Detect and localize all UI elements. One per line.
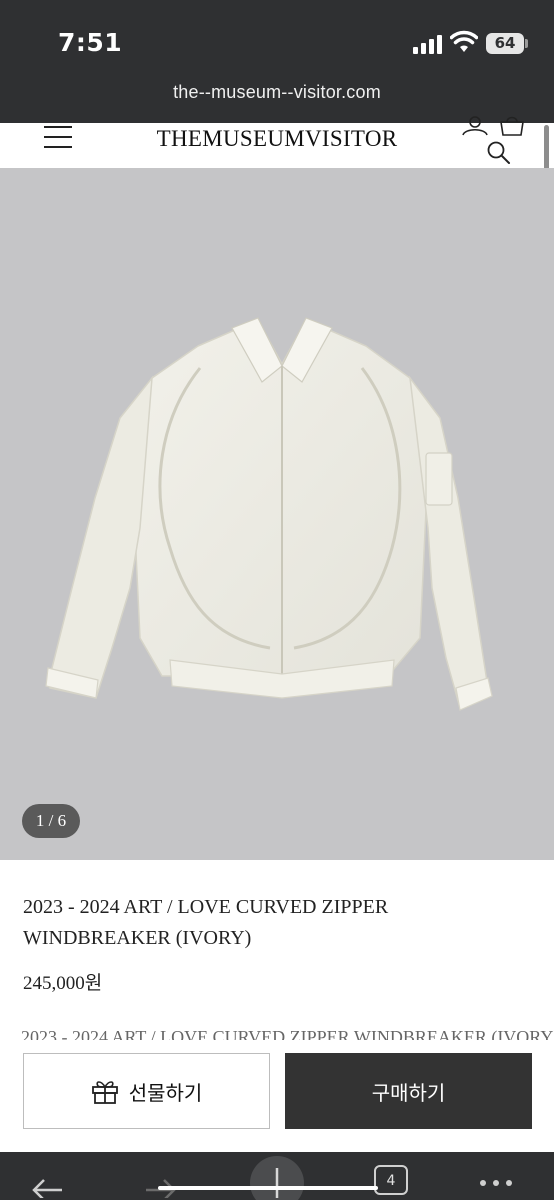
gift-button[interactable]: 선물하기: [23, 1053, 270, 1129]
browser-top-chrome: [0, 0, 554, 123]
product-description-preview: 2023 - 2024 ART / LOVE CURVED ZIPPER WIN…: [21, 1027, 554, 1040]
more-icon[interactable]: [478, 1178, 514, 1188]
new-tab-plus-icon[interactable]: [250, 1156, 304, 1200]
gift-button-label: 선물하기: [128, 1080, 203, 1105]
buy-button-label: 구매하기: [371, 1080, 446, 1105]
cart-icon[interactable]: [498, 114, 526, 136]
status-time: 7:51: [58, 28, 123, 57]
product-title: 2023 - 2024 ART / LOVE CURVED ZIPPER WIN…: [23, 896, 389, 949]
home-indicator: [158, 1186, 378, 1190]
wifi-icon: [450, 30, 478, 52]
user-icon[interactable]: [460, 116, 490, 136]
product-image-gallery[interactable]: 1 / 6: [0, 168, 554, 860]
battery-tip: [525, 39, 528, 48]
signal-icon: [413, 34, 443, 54]
tabs-icon[interactable]: 4: [374, 1165, 408, 1195]
browser-bottom-toolbar: 4: [0, 1152, 554, 1200]
product-photo-jacket: [45, 317, 493, 711]
search-icon[interactable]: [486, 140, 512, 166]
image-counter: 1 / 6: [22, 804, 80, 838]
product-price: 245,000원: [23, 973, 103, 994]
gift-icon: [91, 1081, 118, 1104]
forward-arrow-icon[interactable]: [142, 1168, 178, 1198]
buy-button[interactable]: 구매하기: [285, 1053, 532, 1129]
battery-icon: 64: [486, 33, 524, 54]
back-arrow-icon[interactable]: [30, 1168, 66, 1198]
url-bar[interactable]: the--museum--visitor.com: [0, 82, 554, 103]
